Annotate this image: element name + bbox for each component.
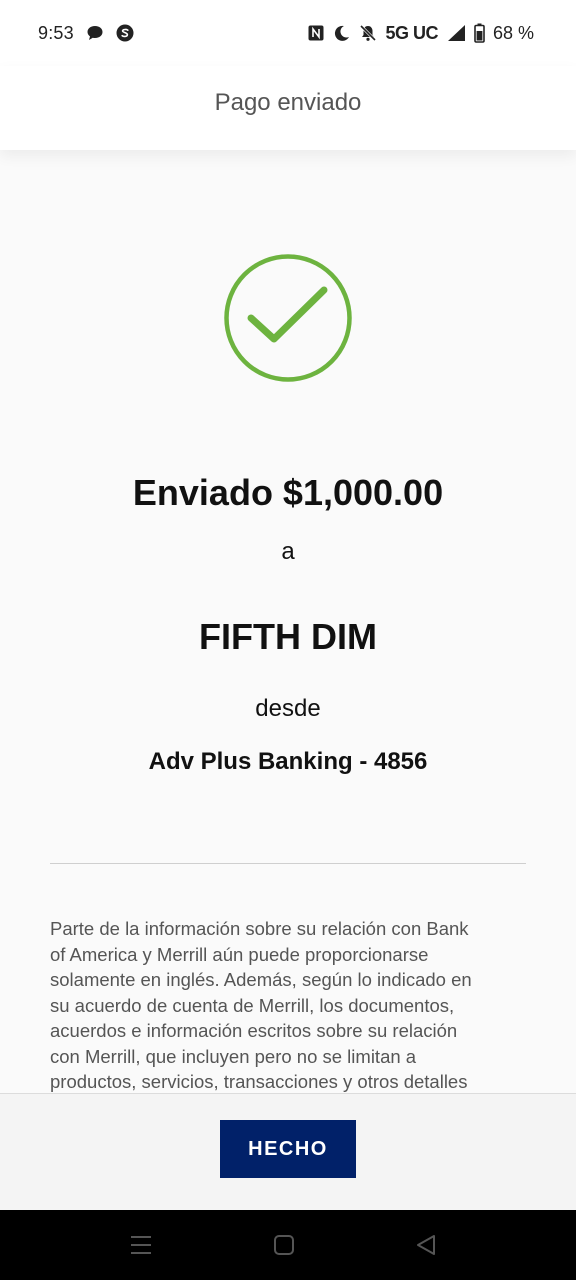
check-circle-icon xyxy=(224,254,352,382)
app-header: Pago enviado xyxy=(0,66,576,150)
battery-icon xyxy=(474,23,485,43)
back-icon[interactable] xyxy=(413,1232,439,1258)
bell-off-icon xyxy=(359,24,377,42)
disclaimer-line: Parte de la información sobre su relació… xyxy=(50,918,469,939)
from-label: desde xyxy=(255,695,321,722)
status-left: 9:53 xyxy=(38,23,134,44)
disclaimer-line: of America y Merrill aún puede proporcio… xyxy=(50,943,429,965)
signal-icon xyxy=(446,24,466,42)
status-bar: 9:53 5G UC 68 % xyxy=(0,0,576,66)
battery-percent: 68 % xyxy=(492,22,534,43)
disclaimer-line: su acuerdo de cuenta de Merrill, los doc… xyxy=(50,994,455,1016)
disclaimer-line: acuerdos e información escritos sobre su… xyxy=(50,1020,458,1041)
sent-amount: Enviado $1,000.00 xyxy=(132,472,444,513)
to-label: a xyxy=(281,538,295,565)
page-title: Pago enviado xyxy=(214,89,362,116)
home-icon[interactable] xyxy=(271,1232,297,1258)
disclaimer-line: productos, servicios, transacciones y ot… xyxy=(50,1071,468,1092)
menu-icon[interactable] xyxy=(128,1232,154,1258)
source-account: Adv Plus Banking - 4856 xyxy=(148,748,428,775)
disclaimer-line: con Merrill, que incluyen pero no se lim… xyxy=(50,1045,417,1067)
divider xyxy=(50,863,526,864)
status-time: 9:53 xyxy=(38,22,74,43)
navigation-bar xyxy=(0,1210,576,1280)
done-button[interactable]: HECHO xyxy=(220,1120,356,1178)
disclaimer-line: solamente en inglés. Además, según lo in… xyxy=(50,969,472,990)
footer: HECHO xyxy=(0,1093,576,1210)
nfc-icon xyxy=(307,24,325,42)
screen: 9:53 5G UC 68 % Pago enviado Enviado $1,… xyxy=(0,0,576,1280)
recipient-name: FIFTH DIM xyxy=(199,616,377,657)
network-type: 5G UC xyxy=(385,22,438,43)
status-right: 5G UC 68 % xyxy=(307,23,534,44)
confirmation-content[interactable]: Enviado $1,000.00 a FIFTH DIM desde Adv … xyxy=(0,150,576,1093)
app-s-icon xyxy=(116,24,134,42)
chat-bubble-icon xyxy=(86,24,104,42)
disclaimer-text: Parte de la información sobre su relació… xyxy=(50,916,528,1093)
moon-icon xyxy=(333,24,351,42)
